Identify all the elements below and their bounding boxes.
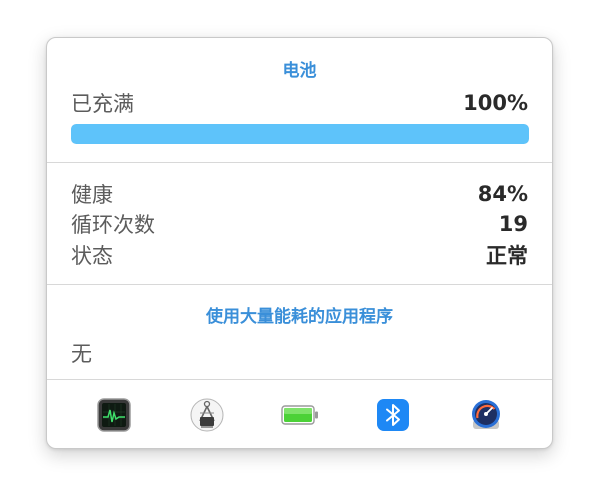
divider — [47, 162, 552, 163]
charge-bar — [71, 124, 529, 144]
divider — [47, 284, 552, 285]
energy-apps-empty-text: 无 — [71, 342, 92, 366]
battery-title: 电池 — [282, 61, 317, 81]
health-value: 84% — [477, 182, 528, 206]
activity-monitor-icon[interactable] — [94, 395, 134, 435]
cycles-row: 循环次数 19 — [71, 210, 528, 238]
cycles-value: 19 — [498, 212, 528, 236]
utility-icon-bar — [47, 380, 552, 448]
istat-menus-icon[interactable] — [466, 395, 506, 435]
status-label: 状态 — [71, 244, 113, 268]
charge-bar-fill — [71, 124, 529, 144]
energy-apps-title: 使用大量能耗的应用程序 — [206, 307, 393, 327]
charge-row: 已充满 100% — [71, 89, 528, 117]
cycles-label: 循环次数 — [71, 213, 155, 237]
charge-label: 已充满 — [71, 92, 134, 116]
health-label: 健康 — [71, 183, 113, 207]
health-row: 健康 84% — [71, 180, 528, 208]
battery-icon[interactable] — [280, 395, 320, 435]
battery-panel: 电池 已充满 100% 健康 84% 循环次数 19 状态 正常 使用大量能耗的… — [46, 37, 553, 449]
system-information-icon[interactable] — [187, 395, 227, 435]
bluetooth-icon[interactable] — [373, 395, 413, 435]
status-value: 正常 — [486, 244, 528, 268]
charge-value: 100% — [463, 91, 528, 115]
status-row: 状态 正常 — [71, 241, 528, 269]
